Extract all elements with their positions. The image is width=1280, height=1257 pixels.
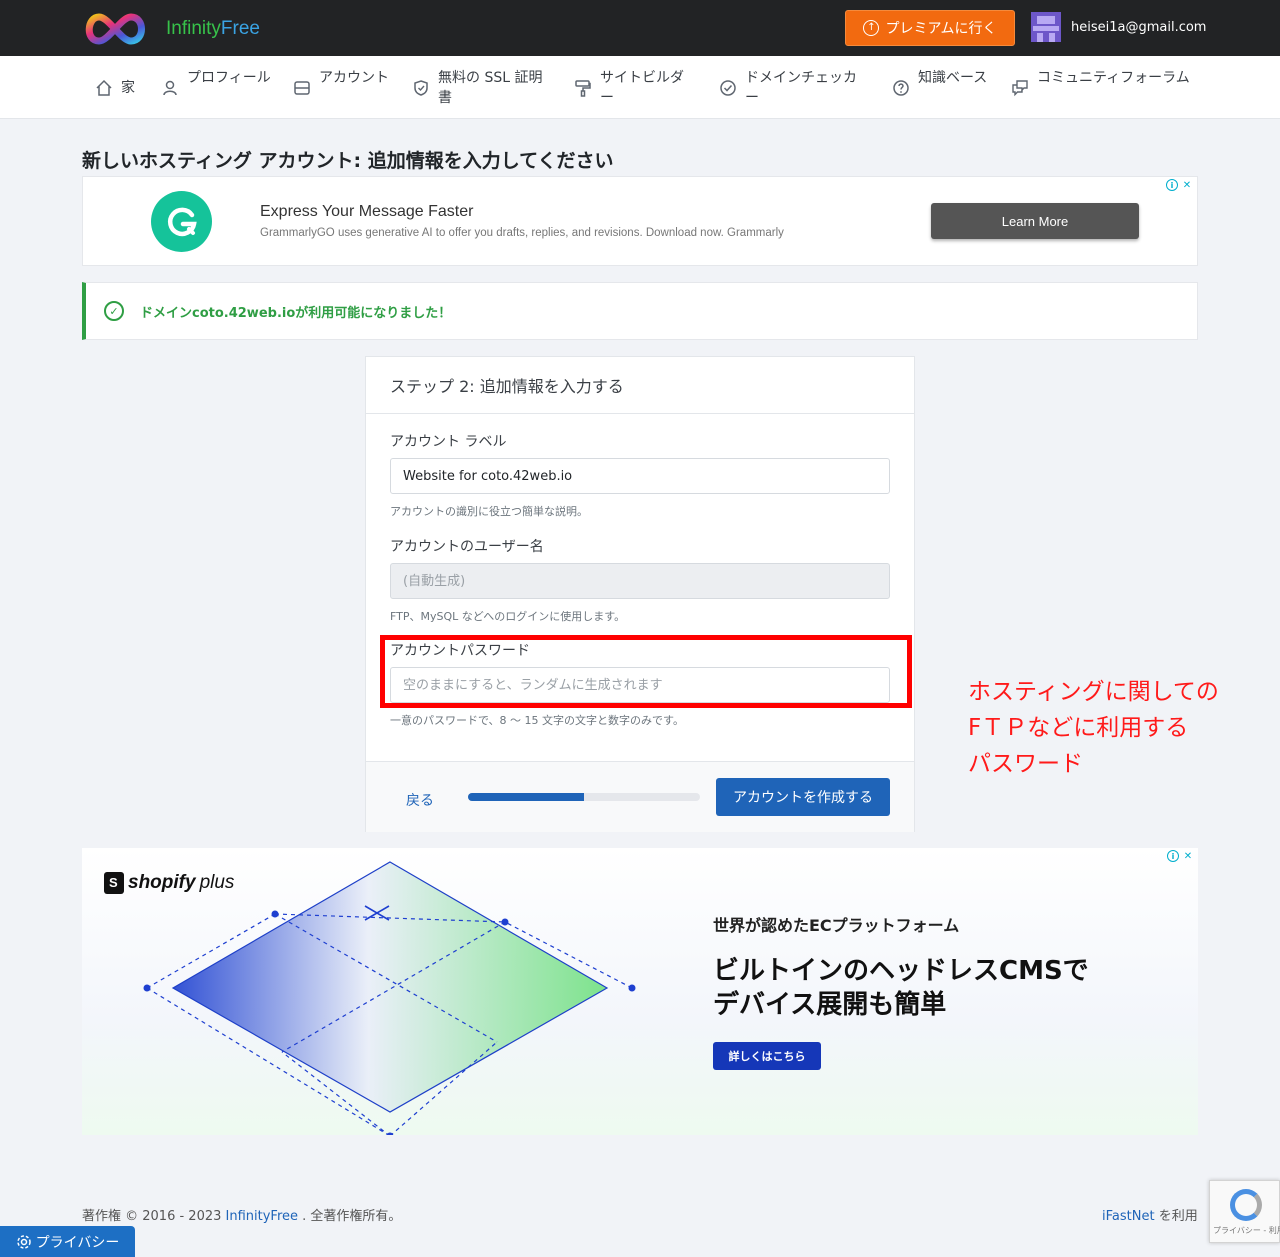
account-label-field-label: アカウント ラベル bbox=[390, 434, 507, 450]
shopping-bag-icon bbox=[104, 872, 124, 894]
ad-headline: ビルトインのヘッドレスCMSで デバイス展開も簡単 bbox=[713, 956, 1089, 1020]
infinityfree-link[interactable]: InfinityFree bbox=[226, 1209, 299, 1224]
account-label-input[interactable] bbox=[390, 458, 890, 494]
grammarly-ad[interactable]: Express Your Message Faster GrammarlyGO … bbox=[82, 176, 1198, 266]
paint-roller-icon bbox=[575, 80, 591, 97]
step-progress-bar bbox=[468, 793, 700, 801]
site-logo[interactable]: InfinityFree bbox=[82, 12, 260, 46]
nav-community-forum[interactable]: コミュニティフォーラム bbox=[1011, 68, 1191, 97]
username-field-label: アカウントのユーザー名 bbox=[390, 539, 544, 555]
grammarly-logo-icon bbox=[151, 191, 212, 252]
nav-knowledge-base[interactable]: 知識ベース bbox=[892, 68, 988, 97]
main-nav: 家 プロフィール アカウント 無料の SSL 証明書 サイトビルダー ドメインチ… bbox=[0, 56, 1280, 119]
top-bar: InfinityFree ↑ プレミアムに行く heisei1a@gmail.c… bbox=[0, 0, 1280, 56]
ad-body: GrammarlyGO uses generative AI to offer … bbox=[260, 227, 784, 239]
user-menu[interactable]: heisei1a@gmail.com bbox=[1031, 12, 1206, 42]
footer-copyright: 著作権 © 2016 - 2023 InfinityFree . 全著作権所有。 bbox=[82, 1209, 402, 1224]
progress-fill bbox=[468, 793, 584, 801]
help-circle-icon bbox=[893, 80, 909, 96]
home-icon bbox=[96, 79, 112, 96]
info-icon[interactable]: i bbox=[1167, 850, 1179, 862]
recaptcha-terms: プライバシー - 利用規約 bbox=[1213, 1226, 1280, 1235]
shopify-plus-ad[interactable]: shopifyplus 世界が認めたECプラットフォ bbox=[82, 848, 1198, 1135]
username-input bbox=[390, 563, 890, 599]
close-icon[interactable]: ✕ bbox=[1182, 850, 1194, 862]
check-circle-icon: ✓ bbox=[104, 301, 124, 321]
domain-available-alert: ✓ ドメインcoto.42web.ioが利用可能になりました！ bbox=[82, 282, 1198, 340]
ad-choices[interactable]: i ✕ bbox=[1166, 179, 1193, 191]
info-icon[interactable]: i bbox=[1166, 179, 1178, 191]
page-title: 新しいホスティング アカウント: 追加情報を入力してください bbox=[82, 150, 614, 172]
annotation-highlight-box bbox=[380, 635, 912, 708]
privacy-settings-button[interactable]: プライバシー bbox=[0, 1226, 135, 1257]
password-help: 一意のパスワードで、8 ～ 15 文字の文字と数字のみです。 bbox=[390, 714, 684, 727]
ad-headline: Express Your Message Faster bbox=[260, 203, 474, 220]
close-icon[interactable]: ✕ bbox=[1181, 179, 1193, 191]
gear-icon bbox=[16, 1234, 31, 1249]
back-link[interactable]: 戻る bbox=[406, 790, 434, 810]
account-label-help: アカウントの識別に役立つ簡単な説明。 bbox=[390, 505, 588, 518]
ad-tagline: 世界が認めたECプラットフォーム bbox=[713, 916, 960, 935]
create-account-button[interactable]: アカウントを作成する bbox=[716, 778, 890, 816]
username-help: FTP、MySQL などへのログインに使用します。 bbox=[390, 610, 626, 623]
annotation-note: ホスティングに関しての FＴＰなどに利用する パスワード bbox=[968, 679, 1219, 777]
ad-choices[interactable]: i ✕ bbox=[1167, 850, 1194, 862]
infinity-logo-icon bbox=[82, 12, 148, 46]
alert-message: ドメインcoto.42web.ioが利用可能になりました！ bbox=[140, 305, 452, 321]
nav-site-builder[interactable]: サイトビルダー bbox=[574, 68, 694, 108]
server-icon bbox=[294, 81, 310, 95]
nav-free-ssl[interactable]: 無料の SSL 証明書 bbox=[412, 68, 552, 108]
nav-domain-checker[interactable]: ドメインチェッカー bbox=[719, 68, 867, 108]
avatar bbox=[1031, 12, 1061, 42]
shield-icon bbox=[414, 80, 428, 96]
ifastnet-link[interactable]: iFastNet bbox=[1102, 1209, 1155, 1224]
nav-profile[interactable]: プロフィール bbox=[161, 68, 271, 97]
footer-powered-by: iFastNet を利用 bbox=[1102, 1209, 1198, 1224]
check-circle-icon bbox=[720, 80, 736, 96]
card-footer: 戻る アカウントを作成する bbox=[366, 761, 914, 832]
nav-home[interactable]: 家 bbox=[95, 68, 135, 98]
arrow-up-circle-icon: ↑ bbox=[863, 20, 880, 36]
go-premium-button[interactable]: ↑ プレミアムに行く bbox=[845, 10, 1015, 46]
ad-cta-button[interactable]: 詳しくはこちら bbox=[713, 1042, 821, 1070]
recaptcha-badge[interactable]: プライバシー - 利用規約 bbox=[1209, 1180, 1280, 1243]
user-email: heisei1a@gmail.com bbox=[1071, 19, 1207, 35]
chat-bubbles-icon bbox=[1012, 80, 1028, 97]
site-name: InfinityFree bbox=[166, 18, 260, 39]
recaptcha-icon bbox=[1230, 1189, 1262, 1221]
isometric-grid-illustration bbox=[143, 861, 636, 1135]
user-icon bbox=[163, 80, 177, 96]
card-title: ステップ 2: 追加情報を入力する bbox=[366, 357, 914, 414]
ad-learn-more-button[interactable]: Learn More bbox=[931, 203, 1139, 239]
account-details-card: ステップ 2: 追加情報を入力する アカウント ラベル アカウントの識別に役立つ… bbox=[365, 356, 915, 832]
nav-accounts[interactable]: アカウント bbox=[293, 68, 389, 97]
